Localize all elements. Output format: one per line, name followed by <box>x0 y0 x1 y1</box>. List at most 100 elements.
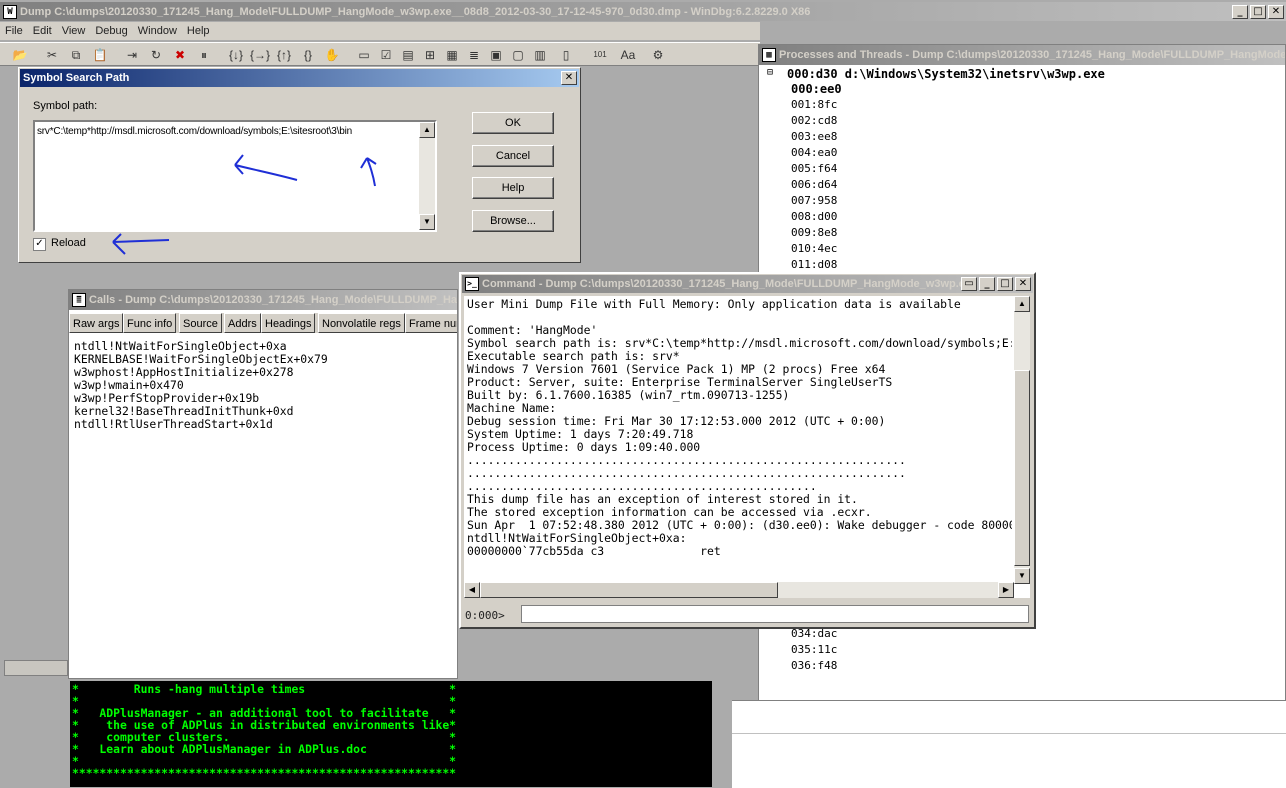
calls-title-bar[interactable]: ≣ Calls - Dump C:\dumps\20120330_171245_… <box>69 290 457 310</box>
open-icon[interactable]: 📂 <box>10 45 30 65</box>
run-to-cursor-icon[interactable]: {} <box>298 45 318 65</box>
disassembly-icon[interactable]: ▣ <box>486 45 506 65</box>
lower-right-panel <box>732 700 1286 788</box>
ok-button[interactable]: OK <box>472 112 554 134</box>
command-title-bar[interactable]: >_ Command - Dump C:\dumps\20120330_1712… <box>462 275 1033 293</box>
registers-icon[interactable]: ⊞ <box>420 45 440 65</box>
step-into-icon[interactable]: {↓} <box>226 45 246 65</box>
processes-window-title: Processes and Threads - Dump C:\dumps\20… <box>779 49 1285 61</box>
step-out-icon[interactable]: {↑} <box>274 45 294 65</box>
cmd-scroll-right-icon[interactable]: ▶ <box>998 582 1014 598</box>
cmd-scroll-up-icon[interactable]: ▲ <box>1014 296 1030 312</box>
help-button[interactable]: Help <box>472 177 554 199</box>
command-input[interactable] <box>521 605 1029 623</box>
command-horizontal-scrollbar[interactable]: ◀ ▶ <box>464 582 1014 598</box>
cmd-scroll-down-icon[interactable]: ▼ <box>1014 568 1030 584</box>
break-icon[interactable]: ⏸ <box>194 45 214 65</box>
thread-node[interactable]: 005:f64 <box>791 162 837 175</box>
copy-icon[interactable]: ⧉ <box>66 45 86 65</box>
tab-func-info[interactable]: Func info <box>123 313 177 333</box>
thread-node[interactable]: 004:ea0 <box>791 146 837 159</box>
cmd-scroll-left-icon[interactable]: ◀ <box>464 582 480 598</box>
memory-icon[interactable]: ▦ <box>442 45 462 65</box>
go-icon[interactable]: ⇥ <box>122 45 142 65</box>
processes-icon[interactable]: ▥ <box>530 45 550 65</box>
tab-raw-args[interactable]: Raw args <box>69 313 124 333</box>
menu-debug[interactable]: Debug <box>90 25 132 37</box>
cancel-button[interactable]: Cancel <box>472 145 554 167</box>
processes-title-bar[interactable]: ▦ Processes and Threads - Dump C:\dumps\… <box>759 45 1285 65</box>
call-frame[interactable]: ntdll!RtlUserThreadStart+0x1d <box>74 418 328 431</box>
hex-icon[interactable]: 101 <box>590 45 610 65</box>
thread-node[interactable]: 001:8fc <box>791 98 837 111</box>
tab-nonvolatile-regs[interactable]: Nonvolatile regs <box>318 313 405 333</box>
command-maximize-button[interactable]: □ <box>997 277 1013 291</box>
options-icon[interactable]: ⚙ <box>648 45 668 65</box>
main-minimize-button[interactable]: _ <box>1232 4 1248 19</box>
thread-node[interactable]: 011:d08 <box>791 258 837 271</box>
menu-help[interactable]: Help <box>182 25 215 37</box>
calls-window-icon: ≣ <box>72 293 86 307</box>
source-mode-icon[interactable]: ▯ <box>556 45 576 65</box>
call-stack-icon[interactable]: ≣ <box>464 45 484 65</box>
mdi-horizontal-scrollbar[interactable] <box>4 660 68 676</box>
reload-label: Reload <box>51 237 86 249</box>
tree-expander-icon[interactable]: ⊟ <box>767 67 773 78</box>
menu-edit[interactable]: Edit <box>28 25 57 37</box>
command-window-icon: >_ <box>465 277 479 291</box>
thread-node[interactable]: 007:958 <box>791 194 837 207</box>
symbol-dialog-close-button[interactable]: ✕ <box>561 71 577 85</box>
windbg-app-icon[interactable]: W <box>3 4 17 19</box>
cut-icon[interactable]: ✂ <box>42 45 62 65</box>
step-over-icon[interactable]: {→} <box>250 45 270 65</box>
command-output-pane[interactable]: User Mini Dump File with Full Memory: On… <box>464 296 1030 598</box>
cmd-scroll-thumb[interactable] <box>1014 370 1030 566</box>
thread-node[interactable]: 002:cd8 <box>791 114 837 127</box>
watch-icon[interactable]: ☑ <box>376 45 396 65</box>
locals-icon[interactable]: ▤ <box>398 45 418 65</box>
main-close-button[interactable]: ✕ <box>1268 4 1284 19</box>
symbol-dialog-title: Symbol Search Path <box>23 72 130 84</box>
tab-headings[interactable]: Headings <box>261 313 316 333</box>
tab-frame-num[interactable]: Frame num <box>405 313 457 333</box>
command-vertical-scrollbar[interactable]: ▲ ▼ <box>1014 296 1030 584</box>
main-title-bar[interactable]: W Dump C:\dumps\20120330_171245_Hang_Mod… <box>0 2 1286 21</box>
browse-button[interactable]: Browse... <box>472 210 554 232</box>
command-output-text: User Mini Dump File with Full Memory: On… <box>467 298 1012 558</box>
console-output: * Runs -hang multiple times * * * * ADPlus… <box>72 683 710 779</box>
restart-icon[interactable]: ↻ <box>146 45 166 65</box>
command-prompt: 0:000> <box>465 609 505 622</box>
main-maximize-button[interactable]: □ <box>1250 4 1266 19</box>
symbol-dialog-title-bar[interactable]: Symbol Search Path ✕ <box>20 69 579 87</box>
menu-window[interactable]: Window <box>133 25 182 37</box>
tab-addrs[interactable]: Addrs <box>224 313 261 333</box>
cmd-hscroll-thumb[interactable] <box>480 582 778 598</box>
thread-node[interactable]: 036:f48 <box>791 659 837 672</box>
stop-debugging-icon[interactable]: ✖ <box>170 45 190 65</box>
process-node[interactable]: 000:d30 d:\Windows\System32\inetsrv\w3wp… <box>787 67 1105 81</box>
annotation-arrow-left <box>234 154 298 181</box>
command-close-button[interactable]: ✕ <box>1015 277 1031 291</box>
reload-checkbox[interactable]: ✓ <box>33 238 46 251</box>
thread-node[interactable]: 000:ee0 <box>791 82 842 96</box>
menu-view[interactable]: View <box>57 25 91 37</box>
font-icon[interactable]: Aa <box>618 45 638 65</box>
thread-node[interactable]: 003:ee8 <box>791 130 837 143</box>
scratch-pad-icon[interactable]: ▢ <box>508 45 528 65</box>
command-window: >_ Command - Dump C:\dumps\20120330_1712… <box>459 272 1036 629</box>
command-dock-icon[interactable]: ▭ <box>961 277 977 291</box>
hand-icon[interactable]: ✋ <box>322 45 342 65</box>
thread-node[interactable]: 035:11c <box>791 643 837 656</box>
command-minimize-button[interactable]: _ <box>979 277 995 291</box>
thread-node[interactable]: 010:4ec <box>791 242 837 255</box>
thread-node[interactable]: 009:8e8 <box>791 226 837 239</box>
symbol-path-textarea[interactable]: srv*C:\temp*http://msdl.microsoft.com/do… <box>33 120 437 232</box>
menu-file[interactable]: File <box>0 25 28 37</box>
symbol-search-path-dialog: Symbol Search Path ✕ Symbol path: srv*C:… <box>18 67 581 263</box>
thread-node[interactable]: 008:d00 <box>791 210 837 223</box>
calls-window-title: Calls - Dump C:\dumps\20120330_171245_Ha… <box>89 294 457 306</box>
command-window-icon[interactable]: ▭ <box>354 45 374 65</box>
thread-node[interactable]: 006:d64 <box>791 178 837 191</box>
paste-icon[interactable]: 📋 <box>90 45 110 65</box>
tab-source[interactable]: Source <box>179 313 222 333</box>
